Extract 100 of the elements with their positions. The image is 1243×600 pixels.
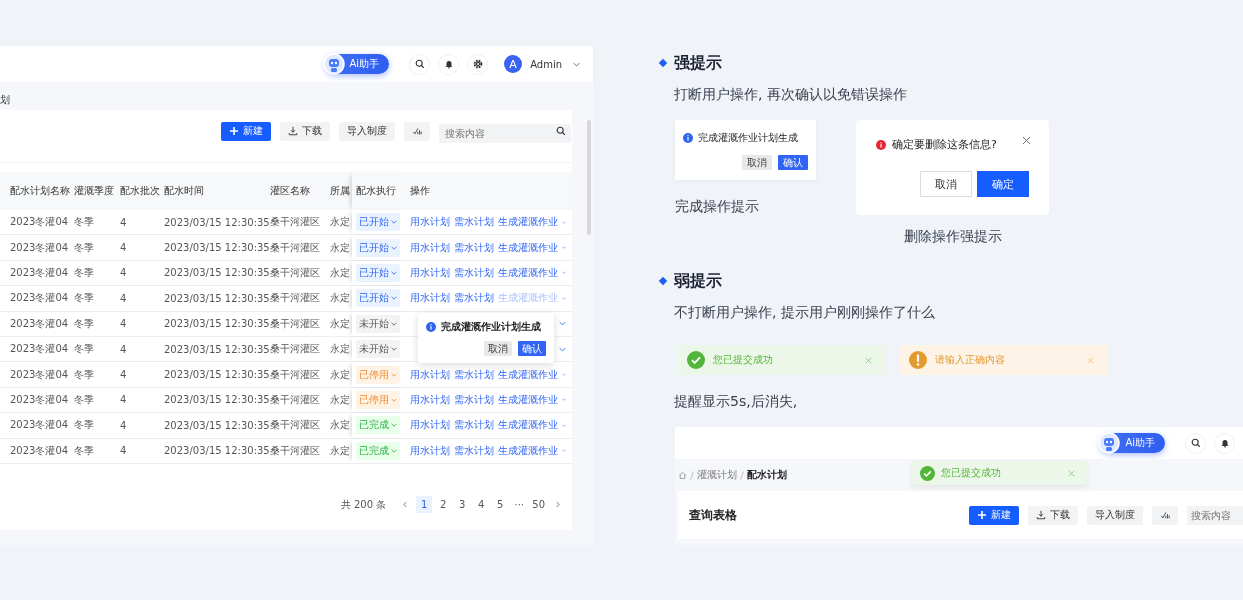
plus-icon — [977, 510, 987, 520]
status-dropdown[interactable]: 已开始 — [356, 263, 400, 282]
action-link[interactable]: 用水计划 — [410, 215, 450, 230]
action-link[interactable]: 生成灌溉作业 — [498, 443, 558, 458]
status-dropdown[interactable]: 已开始 — [356, 238, 400, 257]
user-name[interactable]: Admin — [530, 58, 562, 70]
ai-assistant-button[interactable]: Ai助手 — [324, 54, 390, 74]
page-button[interactable]: ··· — [511, 496, 528, 513]
action-link[interactable]: 用水计划 — [410, 367, 450, 382]
status-dropdown[interactable]: 已开始 — [356, 213, 400, 232]
status-dropdown[interactable]: 已完成 — [356, 441, 400, 460]
cancel-button[interactable]: 取消 — [484, 341, 512, 356]
home-icon[interactable] — [678, 470, 687, 480]
action-link[interactable]: 需水计划 — [454, 367, 494, 382]
page-button[interactable]: 5 — [492, 496, 509, 513]
chart-button[interactable] — [404, 121, 430, 141]
toast-text: 您已提交成功 — [713, 353, 774, 367]
toast-text: 请输入正确内容 — [935, 353, 1006, 367]
table-cell-text: 4 — [120, 445, 128, 457]
column-header: 配水计划名称 — [10, 184, 71, 198]
action-link[interactable]: 需水计划 — [454, 215, 494, 230]
action-link[interactable]: 需水计划 — [454, 291, 494, 306]
page-button[interactable]: 3 — [454, 496, 471, 513]
info-icon — [683, 133, 693, 143]
status-dropdown[interactable]: 未开始 — [356, 314, 400, 333]
settings-icon[interactable] — [472, 59, 483, 69]
table-cell-text: 永定 — [330, 240, 351, 255]
action-link[interactable]: 需水计划 — [454, 443, 494, 458]
page-button[interactable]: 2 — [435, 496, 452, 513]
table-cell-text: 永定 — [330, 443, 351, 458]
confirm-button[interactable]: 确认 — [778, 155, 808, 170]
import-button[interactable]: 导入制度 — [339, 121, 395, 141]
search-field[interactable]: 搜索内容 — [1187, 505, 1243, 525]
action-link[interactable]: 需水计划 — [454, 240, 494, 255]
action-link[interactable]: 需水计划 — [454, 418, 494, 433]
page-button[interactable]: 1 — [416, 496, 433, 513]
action-link[interactable]: 生成灌溉作业 — [498, 392, 558, 407]
chevron-down-icon — [391, 372, 397, 377]
action-link[interactable]: 需水计划 — [454, 265, 494, 280]
search-icon[interactable] — [1190, 438, 1201, 448]
chevron-down-icon — [391, 270, 397, 275]
table-cell-text: 桑干河灌区 — [270, 392, 321, 407]
action-link[interactable]: 生成灌溉作业 — [498, 215, 558, 230]
table-cell-text: 冬季 — [74, 240, 95, 255]
scrollbar-thumb[interactable] — [587, 120, 591, 235]
action-link[interactable]: 需水计划 — [454, 392, 494, 407]
cancel-button[interactable]: 取消 — [920, 171, 972, 197]
status-dropdown[interactable]: 已完成 — [356, 416, 400, 435]
example-caption: 完成操作提示 — [675, 198, 760, 216]
status-dropdown[interactable]: 未开始 — [356, 340, 400, 359]
separator-icon — [740, 470, 744, 480]
chart-icon — [412, 126, 422, 136]
bell-icon[interactable] — [1219, 438, 1230, 448]
table-cell-text: 2023冬灌04 — [10, 367, 70, 382]
action-link[interactable]: 用水计划 — [410, 291, 450, 306]
separator-icon — [690, 470, 694, 480]
check-circle-icon — [687, 351, 705, 369]
table-cell-text: 桑干河灌区 — [270, 418, 321, 433]
chevron-right-icon[interactable] — [556, 501, 560, 508]
info-icon — [876, 139, 886, 150]
action-link[interactable]: 用水计划 — [410, 265, 450, 280]
download-button[interactable]: 下载 — [280, 121, 330, 141]
table-cell-text: 永定 — [330, 418, 351, 433]
action-link[interactable]: 用水计划 — [410, 418, 450, 433]
new-button[interactable]: 新建 — [969, 505, 1019, 525]
action-link[interactable]: 用水计划 — [410, 240, 450, 255]
bell-icon[interactable] — [443, 59, 454, 69]
action-link[interactable]: 生成灌溉作业 — [498, 418, 558, 433]
breadcrumb-item: 划 — [0, 94, 10, 105]
confirm-button[interactable]: 确认 — [518, 341, 546, 356]
page-button[interactable]: 50 — [530, 496, 547, 513]
action-link[interactable]: 用水计划 — [410, 443, 450, 458]
search-icon[interactable] — [414, 59, 425, 69]
user-avatar[interactable]: A — [504, 55, 523, 73]
table-cell-text: 永定 — [330, 367, 351, 382]
action-link[interactable]: 生成灌溉作业 — [498, 265, 558, 280]
page-button[interactable]: 4 — [473, 496, 490, 513]
chevron-down-icon[interactable] — [559, 346, 566, 352]
status-dropdown[interactable]: 已开始 — [356, 289, 400, 308]
search-icon[interactable] — [556, 126, 566, 136]
breadcrumb-item[interactable]: 灌溉计划 — [697, 468, 737, 482]
cancel-button[interactable]: 取消 — [742, 155, 772, 170]
ai-assistant-button[interactable]: Ai助手 — [1100, 433, 1165, 453]
breadcrumb-item[interactable]: 配水计划 — [747, 468, 787, 482]
close-icon[interactable] — [1022, 136, 1031, 145]
search-field[interactable]: 搜索内容 — [439, 123, 571, 143]
confirm-button[interactable]: 确定 — [977, 171, 1029, 197]
table-cell: 2023/03/15 12:30:35 — [164, 216, 270, 228]
table-cell-text: 2023冬灌04 — [10, 215, 70, 230]
chevron-left-icon[interactable] — [403, 501, 408, 508]
download-button[interactable]: 下载 — [1028, 505, 1078, 525]
action-link[interactable]: 生成灌溉作业 — [498, 240, 558, 255]
table-cell-text: 桑干河灌区 — [270, 215, 321, 230]
action-link[interactable]: 生成灌溉作业 — [498, 367, 558, 382]
chart-button[interactable] — [1152, 505, 1178, 525]
chevron-down-icon[interactable] — [559, 321, 566, 327]
new-button[interactable]: 新建 — [221, 121, 271, 141]
chevron-down-icon[interactable] — [573, 61, 580, 67]
import-button[interactable]: 导入制度 — [1087, 505, 1143, 525]
action-link[interactable]: 用水计划 — [410, 392, 450, 407]
